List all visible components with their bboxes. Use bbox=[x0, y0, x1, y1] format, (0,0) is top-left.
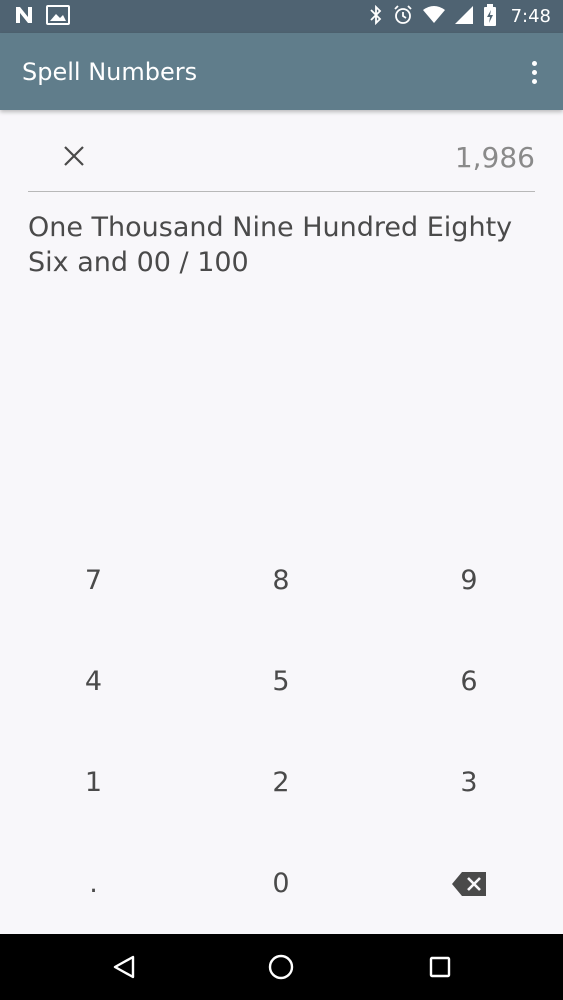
key-6[interactable]: 6 bbox=[375, 631, 563, 732]
n-notification-icon bbox=[14, 5, 34, 29]
key-0[interactable]: 0 bbox=[187, 833, 375, 934]
clear-button[interactable] bbox=[58, 140, 90, 172]
key-decimal[interactable]: . bbox=[0, 833, 187, 934]
app-bar: Spell Numbers bbox=[0, 33, 563, 110]
app-title: Spell Numbers bbox=[22, 58, 198, 86]
recents-icon[interactable] bbox=[424, 951, 456, 983]
wifi-icon bbox=[422, 6, 445, 28]
home-icon[interactable] bbox=[265, 951, 297, 983]
key-4[interactable]: 4 bbox=[0, 631, 187, 732]
key-8[interactable]: 8 bbox=[187, 530, 375, 631]
more-vert-icon[interactable] bbox=[519, 55, 549, 89]
navigation-bar bbox=[0, 934, 563, 1000]
number-display[interactable]: 1,986 bbox=[455, 138, 535, 178]
key-9[interactable]: 9 bbox=[375, 530, 563, 631]
number-input-row: 1,986 bbox=[28, 128, 535, 192]
signal-icon bbox=[454, 6, 473, 28]
key-7[interactable]: 7 bbox=[0, 530, 187, 631]
battery-charging-icon bbox=[483, 4, 497, 30]
key-1[interactable]: 1 bbox=[0, 732, 187, 833]
image-notification-icon bbox=[46, 5, 70, 29]
keypad: 7 8 9 4 5 6 1 2 3 . 0 bbox=[0, 530, 563, 934]
key-5[interactable]: 5 bbox=[187, 631, 375, 732]
key-3[interactable]: 3 bbox=[375, 732, 563, 833]
backspace-button[interactable] bbox=[375, 833, 563, 934]
bluetooth-icon bbox=[369, 4, 383, 29]
status-bar: 7:48 bbox=[0, 0, 563, 33]
status-time: 7:48 bbox=[510, 6, 551, 27]
backspace-icon bbox=[452, 871, 486, 896]
alarm-icon bbox=[393, 5, 413, 29]
close-icon bbox=[64, 146, 84, 166]
key-2[interactable]: 2 bbox=[187, 732, 375, 833]
spelled-result: One Thousand Nine Hundred Eighty Six and… bbox=[28, 212, 513, 278]
back-icon[interactable] bbox=[108, 951, 140, 983]
